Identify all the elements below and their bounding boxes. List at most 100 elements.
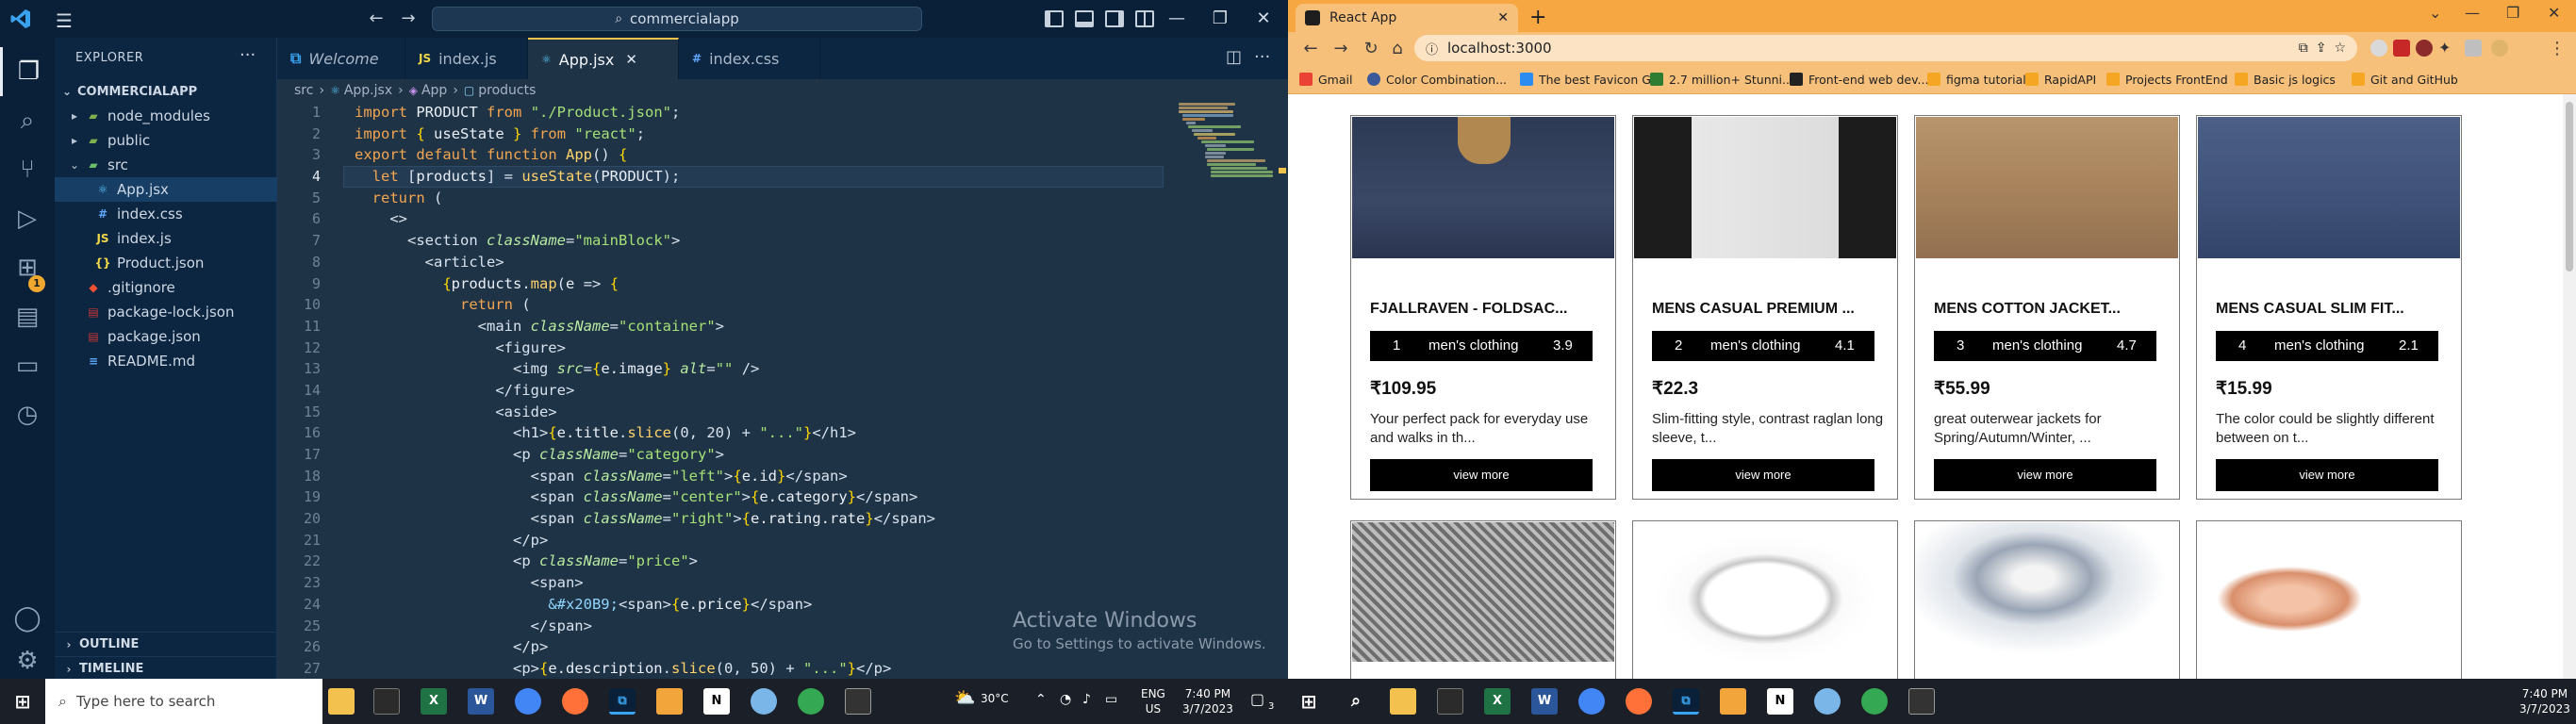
tree-item[interactable]: {} Product.json — [55, 251, 277, 275]
explorer-icon[interactable]: ❐ — [0, 47, 55, 96]
notion-icon[interactable]: N — [703, 688, 730, 715]
firefox-icon[interactable] — [562, 688, 588, 715]
file-explorer-icon[interactable] — [328, 688, 355, 715]
chrome-profile-icon[interactable] — [1861, 688, 1888, 715]
clock[interactable]: 7:40 PM 3/7/2023 — [2519, 686, 2570, 716]
settings-app-icon[interactable] — [1814, 688, 1841, 715]
windows-start-icon[interactable]: ⊞ — [9, 688, 36, 715]
code-content[interactable]: import PRODUCT from "./Product.json"; im… — [355, 102, 1231, 679]
bookmark-item[interactable]: RapidAPI — [2025, 70, 2096, 89]
notification-icon[interactable]: ▢ — [1250, 690, 1264, 708]
bookmark-item[interactable]: Git and GitHub — [2352, 70, 2458, 89]
reload-icon[interactable]: ↻ — [1360, 38, 1382, 60]
search-icon[interactable]: ⌕ — [1343, 688, 1369, 715]
store-icon[interactable] — [373, 688, 400, 715]
address-bar[interactable]: ⓘ localhost:3000 ⧉ ⇪ ☆ — [1414, 35, 2357, 61]
browser-tab-react-app[interactable]: React App ✕ — [1296, 4, 1518, 32]
language-indicator[interactable]: ENG US — [1141, 686, 1165, 716]
store-icon[interactable] — [1437, 688, 1463, 715]
close-window-icon[interactable]: ✕ — [1247, 6, 1280, 32]
vscode-taskbar-icon[interactable]: ⧉ — [1673, 688, 1699, 715]
source-control-icon[interactable]: ⑂ — [0, 145, 55, 194]
tab-index-css[interactable]: # index.css — [679, 38, 820, 79]
testing-icon[interactable]: ▤ — [0, 292, 55, 341]
tab-search-icon[interactable]: ⌄ — [2429, 4, 2441, 22]
tab-welcome[interactable]: ⧉ Welcome — [277, 38, 405, 79]
view-more-button[interactable]: view more — [1934, 459, 2156, 491]
view-more-button[interactable]: view more — [2216, 459, 2438, 491]
tree-item[interactable]: ⌄ ▰ src — [55, 153, 277, 177]
tree-item[interactable]: ▤ package-lock.json — [55, 300, 277, 324]
close-window-icon[interactable]: ✕ — [2548, 4, 2560, 22]
tree-item[interactable]: # index.css — [55, 202, 277, 226]
minimap[interactable] — [1179, 102, 1288, 290]
volume-icon[interactable]: ♪ — [1082, 692, 1091, 707]
bookmark-item[interactable]: Color Combination... — [1367, 70, 1507, 89]
project-root[interactable]: ⌄ COMMERCIALAPP — [55, 79, 277, 104]
tree-item[interactable]: ▸ ▰ public — [55, 128, 277, 153]
toggle-sidebar-icon[interactable] — [1045, 10, 1064, 27]
back-arrow-icon[interactable]: ← — [1299, 38, 1322, 60]
extension-icon[interactable] — [2370, 40, 2387, 57]
file-explorer-icon[interactable] — [1390, 688, 1416, 715]
forward-arrow-icon[interactable]: → — [1329, 38, 1352, 60]
tree-item[interactable]: ▤ package.json — [55, 324, 277, 349]
close-tab-icon[interactable]: ✕ — [625, 51, 637, 68]
puzzle-extensions-icon[interactable]: ✦ — [2438, 40, 2455, 57]
breadcrumb-item[interactable]: src — [294, 83, 313, 98]
bookmark-star-icon[interactable]: ☆ — [2334, 41, 2346, 56]
tree-item[interactable]: ◆ .gitignore — [55, 275, 277, 300]
word-icon[interactable]: W — [468, 688, 494, 715]
network-icon[interactable]: ◔ — [1060, 692, 1071, 707]
bookmark-item[interactable]: figma tutorial — [1927, 70, 2026, 89]
search-icon[interactable]: ⌕ — [0, 96, 55, 145]
command-center-search[interactable]: ⌕ commercialapp — [432, 7, 922, 31]
more-actions-icon[interactable]: ··· — [239, 45, 256, 65]
vscode-taskbar-icon[interactable]: ⧉ — [609, 688, 636, 715]
chrome-menu-icon[interactable]: ⋮ — [2546, 38, 2568, 60]
bookmark-item[interactable]: Front-end web dev... — [1790, 70, 1928, 89]
outline-section[interactable]: › OUTLINE — [55, 632, 277, 656]
new-tab-icon[interactable]: + — [1529, 6, 1546, 29]
translate-icon[interactable]: ⧉ — [2299, 41, 2308, 56]
toggle-panel-icon[interactable] — [1075, 10, 1094, 27]
battery-icon[interactable]: ▭ — [1105, 692, 1117, 707]
extensions-icon[interactable]: ⊞ — [0, 243, 55, 292]
restore-icon[interactable]: ❐ — [1203, 6, 1237, 32]
excel-icon[interactable]: X — [421, 688, 447, 715]
sublime-icon[interactable] — [1720, 688, 1746, 715]
code-editor[interactable]: 1 2 3 4 5 6 7 8 9 10 11 12 13 14 15 16 17 18 19 20 21 22 23 24 2… — [277, 102, 1288, 679]
breadcrumb-item[interactable]: App — [421, 83, 447, 98]
weather-temp[interactable]: 30°C — [981, 692, 1009, 705]
minimize-icon[interactable]: — — [1160, 6, 1194, 32]
bookmark-gmail[interactable]: Gmail — [1299, 70, 1352, 89]
taskbar-search[interactable]: ⌕ Type here to search — [45, 679, 322, 724]
tab-index-js[interactable]: JS index.js — [405, 38, 528, 79]
forward-arrow-icon[interactable]: → — [396, 8, 421, 30]
share-icon[interactable]: ⇪ — [2316, 41, 2327, 56]
toggle-secondary-sidebar-icon[interactable] — [1105, 10, 1124, 27]
customize-layout-icon[interactable] — [1135, 10, 1154, 27]
extension-icon[interactable] — [2416, 40, 2433, 57]
bookmark-item[interactable]: Projects FrontEnd — [2106, 70, 2228, 89]
view-more-button[interactable]: view more — [1370, 459, 1593, 491]
windows-start-icon[interactable]: ⊞ — [1296, 688, 1322, 715]
tree-item[interactable]: ⚛ App.jsx — [55, 177, 277, 202]
remote-explorer-icon[interactable]: ▭ — [0, 341, 55, 390]
notion-icon[interactable]: N — [1767, 688, 1793, 715]
tab-app-jsx[interactable]: ⚛ App.jsx ✕ — [528, 38, 679, 79]
breadcrumb-item[interactable]: products — [478, 83, 536, 98]
extension-icon[interactable] — [2393, 40, 2410, 57]
firefox-icon[interactable] — [1626, 688, 1652, 715]
profile-avatar[interactable] — [2491, 40, 2508, 57]
chrome-profile-icon[interactable] — [798, 688, 824, 715]
clock[interactable]: 7:40 PM 3/7/2023 — [1182, 686, 1233, 716]
view-more-button[interactable]: view more — [1652, 459, 1874, 491]
timeline-icon[interactable]: ◷ — [0, 390, 55, 439]
chrome-icon[interactable] — [515, 688, 541, 715]
bookmark-item[interactable]: 2.7 million+ Stunni... — [1650, 70, 1793, 89]
sidepanel-icon[interactable] — [2465, 40, 2482, 57]
tray-chevron-icon[interactable]: ⌃ — [1035, 692, 1047, 707]
tree-item[interactable]: JS index.js — [55, 226, 277, 251]
bookmark-item[interactable]: Basic js logics — [2235, 70, 2336, 89]
